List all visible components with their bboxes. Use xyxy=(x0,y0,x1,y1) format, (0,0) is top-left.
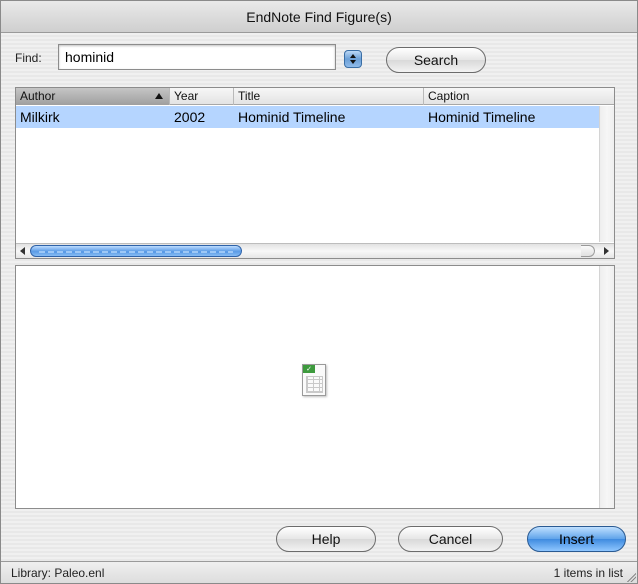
library-status: Library: Paleo.enl xyxy=(11,566,105,580)
column-header-label: Caption xyxy=(428,89,470,103)
column-header-caption[interactable]: Caption xyxy=(424,88,614,105)
insert-button[interactable]: Insert xyxy=(527,526,626,552)
cancel-button[interactable]: Cancel xyxy=(398,526,503,552)
spreadsheet-file-icon: ✓ xyxy=(302,364,326,396)
scroll-left-arrow-icon[interactable] xyxy=(20,247,25,255)
status-bar: Library: Paleo.enl 1 items in list xyxy=(1,561,637,583)
table-vertical-scrollbar[interactable] xyxy=(599,106,614,242)
title-bar[interactable]: EndNote Find Figure(s) xyxy=(1,1,637,33)
results-table: Author Year Title Caption Milkirk 2002 H… xyxy=(15,87,615,259)
table-header: Author Year Title Caption xyxy=(16,88,614,105)
search-button[interactable]: Search xyxy=(386,47,486,73)
items-count: 1 items in list xyxy=(553,566,623,580)
column-header-title[interactable]: Title xyxy=(234,88,424,105)
column-header-label: Author xyxy=(20,89,56,103)
sort-ascending-icon xyxy=(155,93,163,99)
column-header-label: Title xyxy=(238,89,261,103)
spreadsheet-grid-icon xyxy=(306,376,323,393)
search-options-stepper-icon[interactable] xyxy=(344,50,362,68)
spreadsheet-tab-icon: ✓ xyxy=(303,365,315,373)
figure-preview-pane: ✓ xyxy=(15,265,615,509)
stepper-up-icon xyxy=(350,54,356,58)
find-input[interactable] xyxy=(58,44,336,70)
scroll-track-end xyxy=(581,245,595,257)
cell-caption: Hominid Timeline xyxy=(428,109,536,125)
resize-grip-icon[interactable] xyxy=(626,572,636,582)
column-header-year[interactable]: Year xyxy=(170,88,234,105)
scroll-right-arrow-icon[interactable] xyxy=(604,247,609,255)
column-header-label: Year xyxy=(174,89,199,103)
find-label: Find: xyxy=(15,51,42,65)
table-horizontal-scrollbar[interactable] xyxy=(16,243,614,258)
cell-year: 2002 xyxy=(174,109,206,125)
window-title: EndNote Find Figure(s) xyxy=(246,8,392,25)
cell-author: Milkirk xyxy=(20,109,60,125)
table-row[interactable]: Milkirk 2002 Hominid Timeline Hominid Ti… xyxy=(16,106,614,128)
help-button[interactable]: Help xyxy=(276,526,376,552)
cell-title: Hominid Timeline xyxy=(238,109,346,125)
find-figures-dialog: EndNote Find Figure(s) Find: Search Auth… xyxy=(0,0,638,584)
column-header-author[interactable]: Author xyxy=(16,88,170,105)
preview-vertical-scrollbar[interactable] xyxy=(599,266,614,508)
stepper-down-icon xyxy=(350,60,356,64)
horizontal-scroll-thumb[interactable] xyxy=(30,245,242,257)
